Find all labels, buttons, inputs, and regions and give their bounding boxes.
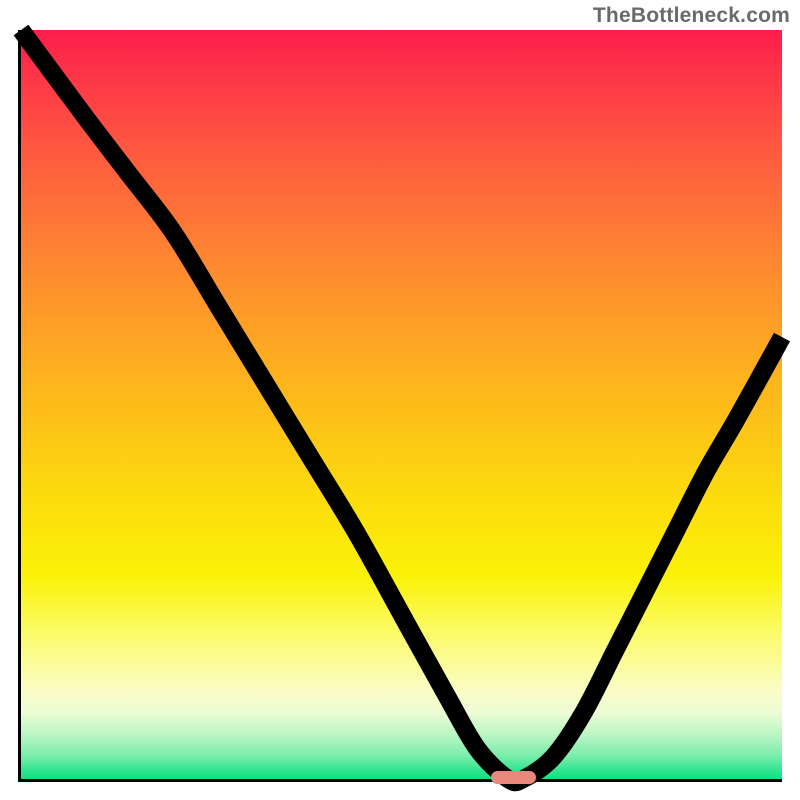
plot-area — [18, 30, 782, 782]
attribution-text: TheBottleneck.com — [593, 4, 790, 28]
chart-frame: TheBottleneck.com — [0, 0, 800, 800]
curve-path — [21, 30, 782, 782]
optimal-minimum-marker — [491, 771, 537, 784]
bottleneck-curve — [21, 30, 782, 779]
